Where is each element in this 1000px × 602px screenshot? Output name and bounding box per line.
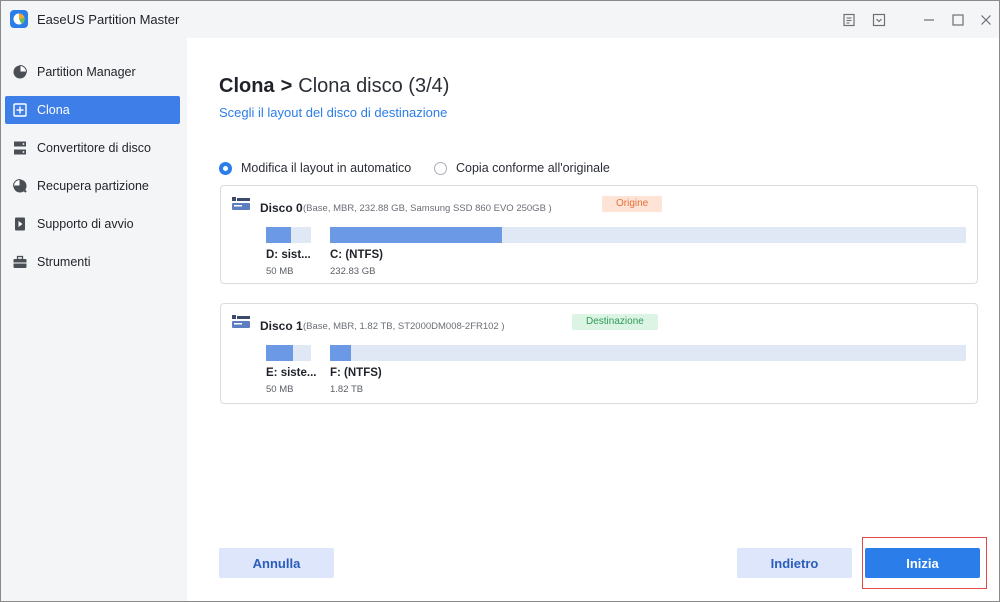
partition-bar-used <box>330 345 351 361</box>
disk-convert-icon <box>12 140 28 156</box>
page-subtitle: Scegli il layout del disco di destinazio… <box>219 105 448 120</box>
sidebar-item-label: Supporto di avvio <box>37 217 134 231</box>
breadcrumb: Clona > Clona disco (3/4) <box>219 75 449 98</box>
disk-info: (Base, MBR, 1.82 TB, ST2000DM008-2FR102 … <box>303 321 505 332</box>
hard-disk-icon <box>232 197 250 211</box>
disk-info: (Base, MBR, 232.88 GB, Samsung SSD 860 E… <box>303 203 552 214</box>
hard-disk-icon <box>232 315 250 329</box>
radio-button[interactable] <box>434 161 447 175</box>
sidebar-item-supporto-avvio[interactable]: Supporto di avvio <box>5 210 180 238</box>
sidebar-item-label: Convertitore di disco <box>37 141 151 155</box>
badge-source: Origine <box>602 196 663 212</box>
bootable-media-icon <box>12 216 28 232</box>
app-window: EaseUS Partition Master Partition Manage… <box>0 0 1000 602</box>
sidebar: Partition Manager Clona Convertitore di … <box>1 38 187 601</box>
partition-size: 1.82 TB <box>330 384 364 395</box>
disk-name: Disco 0 <box>260 201 303 215</box>
main-panel: Clona > Clona disco (3/4) Scegli il layout… <box>187 38 999 601</box>
partition-size: 232.83 GB <box>330 266 376 277</box>
sidebar-item-label: Clona <box>37 103 70 117</box>
partition-bar[interactable] <box>330 227 966 243</box>
toolbox-icon <box>12 254 28 270</box>
maximize-icon[interactable] <box>948 10 968 30</box>
partition-size: 50 MB <box>266 266 294 277</box>
partition-name: F: (NTFS) <box>330 367 382 379</box>
start-button[interactable]: Inizia <box>865 548 980 578</box>
sidebar-item-label: Partition Manager <box>37 65 136 79</box>
title-bar: EaseUS Partition Master <box>1 1 999 38</box>
partition-bar[interactable] <box>330 345 966 361</box>
menu-dropdown-icon[interactable] <box>869 10 889 30</box>
sidebar-item-partition-manager[interactable]: Partition Manager <box>5 58 180 86</box>
clone-icon <box>12 102 28 118</box>
partition-bar[interactable] <box>266 345 311 361</box>
partition-name: E: siste... <box>266 367 317 379</box>
sidebar-item-strumenti[interactable]: Strumenti <box>5 248 180 276</box>
breadcrumb-root: Clona <box>219 75 275 97</box>
back-button[interactable]: Indietro <box>737 548 852 578</box>
minimize-icon[interactable] <box>919 10 939 30</box>
app-logo-icon <box>10 10 28 28</box>
radio-label: Copia conforme all'originale <box>456 161 610 175</box>
disk-card-source[interactable]: Disco 0 (Base, MBR, 232.88 GB, Samsung S… <box>220 185 978 284</box>
disk-card-destination[interactable]: Disco 1 (Base, MBR, 1.82 TB, ST2000DM008… <box>220 303 978 404</box>
cancel-button[interactable]: Annulla <box>219 548 334 578</box>
sidebar-item-label: Recupera partizione <box>37 179 149 193</box>
radio-exact-copy[interactable]: Copia conforme all'originale <box>434 160 610 176</box>
disk-name: Disco 1 <box>260 319 303 333</box>
sidebar-item-clona[interactable]: Clona <box>5 96 180 124</box>
sidebar-item-recupera[interactable]: Recupera partizione <box>5 172 180 200</box>
badge-destination: Destinazione <box>572 314 658 330</box>
pie-chart-icon <box>12 64 28 80</box>
partition-bar-used <box>266 345 293 361</box>
partition-bar[interactable] <box>266 227 311 243</box>
breadcrumb-separator: > <box>280 75 293 97</box>
app-title: EaseUS Partition Master <box>37 12 180 27</box>
recover-icon <box>12 178 28 194</box>
radio-auto-layout[interactable]: Modifica il layout in automatico <box>219 160 411 176</box>
partition-size: 50 MB <box>266 384 294 395</box>
partition-name: C: (NTFS) <box>330 249 384 261</box>
partition-bar-used <box>266 227 291 243</box>
radio-button-selected[interactable] <box>219 161 232 175</box>
close-icon[interactable] <box>976 10 996 30</box>
breadcrumb-current: Clona disco (3/4) <box>298 75 450 97</box>
feedback-icon[interactable] <box>839 10 859 30</box>
partition-bar-used <box>330 227 502 243</box>
partition-name: D: sist... <box>266 249 311 261</box>
radio-label: Modifica il layout in automatico <box>241 161 412 175</box>
sidebar-item-label: Strumenti <box>37 255 91 269</box>
sidebar-item-convertitore[interactable]: Convertitore di disco <box>5 134 180 162</box>
